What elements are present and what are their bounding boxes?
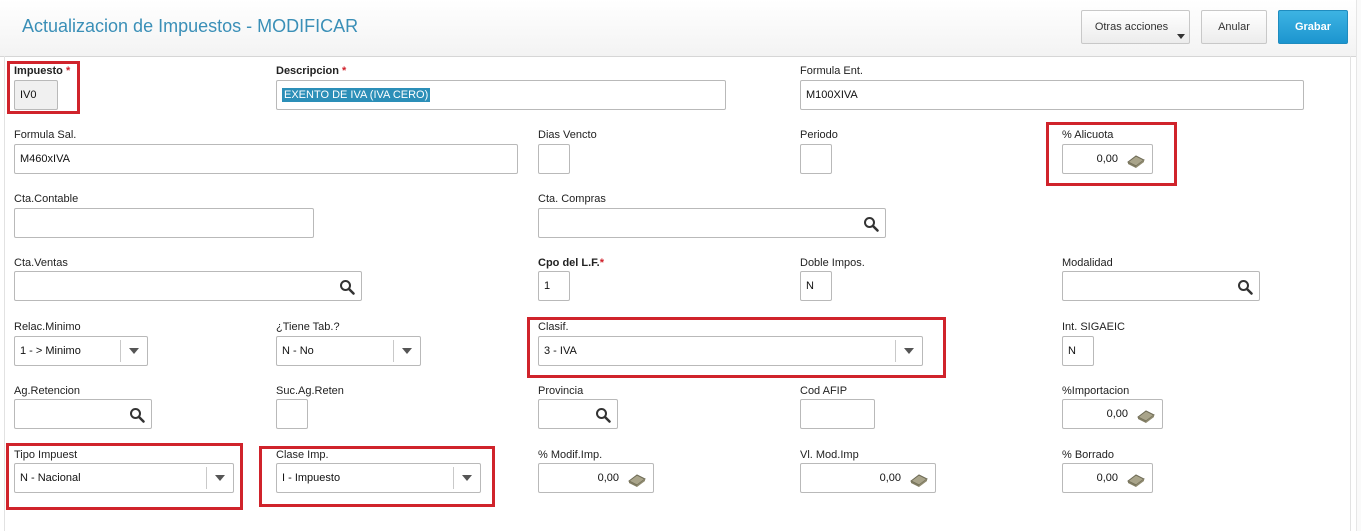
relac-minimo-select[interactable]: 1 - > Minimo [14,336,148,366]
vl-mod-imp-field[interactable]: 0,00 [800,463,936,493]
descripcion-selected-text: EXENTO DE IVA (IVA CERO) [282,88,431,102]
scrollbar[interactable] [1356,0,1361,531]
borrado-value: 0,00 [1096,472,1118,484]
descripcion-label: Descripcion * [276,65,347,77]
importacion-label: %Importacion [1062,385,1130,397]
alicuota-field[interactable]: 0,00 [1062,144,1153,174]
clase-imp-select[interactable]: I - Impuesto [276,463,481,493]
search-icon[interactable] [1237,279,1253,295]
modif-imp-value: 0,00 [597,472,619,484]
cod-afip-label: Cod AFIP [800,385,848,397]
search-icon[interactable] [129,407,145,423]
calculator-icon[interactable] [909,471,929,487]
tipo-impuest-select[interactable]: N - Nacional [14,463,234,493]
suc-ag-reten-field[interactable] [276,399,308,429]
modif-imp-field[interactable]: 0,00 [538,463,654,493]
cpo-lf-label: Cpo del L.F.* [538,257,605,269]
formula-sal-label: Formula Sal. [14,129,77,141]
save-button[interactable]: Grabar [1278,10,1348,44]
clasif-value: 3 - IVA [544,345,577,357]
provincia-label: Provincia [538,385,584,397]
impuesto-field[interactable]: IV0 [14,80,58,110]
formula-ent-label: Formula Ent. [800,65,863,77]
alicuota-value: 0,00 [1096,153,1118,165]
formula-ent-field[interactable]: M100XIVA [800,80,1304,110]
clase-imp-value: I - Impuesto [282,472,341,484]
chevron-down-icon[interactable] [393,340,420,362]
alicuota-label: % Alicuota [1062,129,1114,141]
other-actions-label: Otras acciones [1094,21,1169,33]
suc-ag-reten-label: Suc.Ag.Reten [276,385,344,397]
doble-impos-field[interactable]: N [800,271,832,301]
tipo-impuest-label: Tipo Impuest [14,449,78,461]
cta-contable-field[interactable] [14,208,314,238]
chevron-down-icon[interactable] [895,340,922,362]
relac-minimo-label: Relac.Minimo [14,321,81,333]
periodo-field[interactable] [800,144,832,174]
cta-contable-label: Cta.Contable [14,193,79,205]
ag-retencion-label: Ag.Retencion [14,385,81,397]
borrado-field[interactable]: 0,00 [1062,463,1153,493]
cancel-button[interactable]: Anular [1201,10,1267,44]
importacion-field[interactable]: 0,00 [1062,399,1163,429]
cta-compras-field[interactable] [538,208,886,238]
other-actions-button[interactable]: Otras acciones [1081,10,1190,44]
borrado-label: % Borrado [1062,449,1114,461]
chevron-down-icon[interactable] [453,467,480,489]
dias-vencto-field[interactable] [538,144,570,174]
cod-afip-field[interactable] [800,399,875,429]
search-icon[interactable] [339,279,355,295]
chevron-down-icon[interactable] [206,467,233,489]
clasif-select[interactable]: 3 - IVA [538,336,923,366]
page-header: Actualizacion de Impuestos - MODIFICAR O… [0,0,1361,57]
tiene-tab-select[interactable]: N - No [276,336,421,366]
importacion-value: 0,00 [1106,408,1128,420]
form-right-border [1350,56,1351,531]
formula-sal-field[interactable]: M460xIVA [14,144,518,174]
relac-minimo-value: 1 - > Minimo [20,345,81,357]
int-sigaeic-label: Int. SIGAEIC [1062,321,1125,333]
chevron-down-icon[interactable] [120,340,147,362]
clase-imp-label: Clase Imp. [276,449,329,461]
vl-mod-imp-label: Vl. Mod.Imp [800,449,859,461]
tiene-tab-label: ¿Tiene Tab.? [276,321,340,333]
provincia-field[interactable] [538,399,618,429]
page-title: Actualizacion de Impuestos - MODIFICAR [22,16,359,36]
clasif-label: Clasif. [538,321,569,333]
modalidad-field[interactable] [1062,271,1260,301]
calculator-icon[interactable] [1126,152,1146,168]
tiene-tab-value: N - No [282,345,314,357]
cta-compras-label: Cta. Compras [538,193,606,205]
periodo-label: Periodo [800,129,838,141]
calculator-icon[interactable] [1126,471,1146,487]
cpo-lf-field[interactable]: 1 [538,271,570,301]
vl-mod-imp-value: 0,00 [879,472,901,484]
chevron-down-icon [1177,34,1185,39]
doble-impos-label: Doble Impos. [800,257,865,269]
impuesto-label: Impuesto * [14,65,71,77]
ag-retencion-field[interactable] [14,399,152,429]
tipo-impuest-value: N - Nacional [20,472,81,484]
search-icon[interactable] [595,407,611,423]
cta-ventas-field[interactable] [14,271,362,301]
int-sigaeic-field[interactable]: N [1062,336,1094,366]
modalidad-label: Modalidad [1062,257,1113,269]
calculator-icon[interactable] [627,471,647,487]
form-left-border [4,56,5,531]
search-icon[interactable] [863,216,879,232]
descripcion-field[interactable]: EXENTO DE IVA (IVA CERO) [276,80,726,110]
dias-vencto-label: Dias Vencto [538,129,597,141]
modif-imp-label: % Modif.Imp. [538,449,603,461]
cta-ventas-label: Cta.Ventas [14,257,68,269]
calculator-icon[interactable] [1136,407,1156,423]
